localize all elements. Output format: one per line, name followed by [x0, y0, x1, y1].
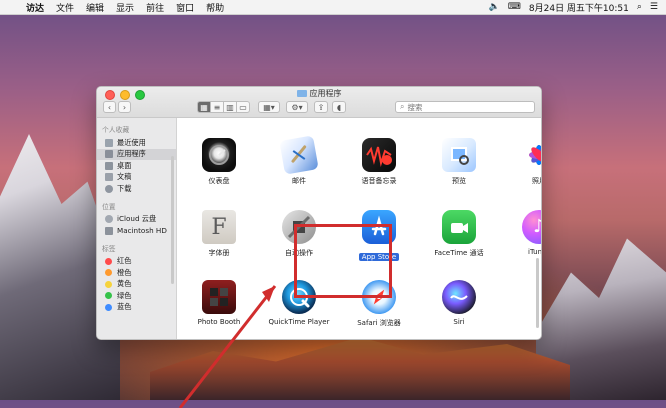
sidebar-item-recents[interactable]: 最近使用: [97, 137, 176, 149]
menu-go[interactable]: 前往: [146, 1, 164, 14]
photo-booth-icon: [202, 280, 236, 314]
highlight-box: [294, 224, 392, 298]
menu-help[interactable]: 帮助: [206, 1, 224, 14]
sidebar-tag-yellow[interactable]: 黄色: [97, 279, 176, 291]
window-title: 应用程序: [97, 88, 541, 99]
dashboard-icon: [202, 138, 236, 172]
tag-dot-icon: [105, 257, 112, 265]
sidebar-item-icloud[interactable]: iCloud 云盘: [97, 214, 176, 226]
tag-dot-icon: [105, 303, 112, 311]
mail-icon: [279, 135, 319, 175]
action-button[interactable]: ⚙▾: [286, 101, 308, 113]
sidebar-tag-blue[interactable]: 蓝色: [97, 302, 176, 314]
volume-icon[interactable]: 🔈: [489, 2, 500, 12]
app-item-font-book[interactable]: F 字体册: [183, 210, 255, 258]
app-item-mail[interactable]: 邮件: [263, 135, 335, 186]
app-item-facetime[interactable]: FaceTime 通话: [423, 210, 495, 258]
icon-view-button[interactable]: ▦: [197, 101, 211, 113]
cloud-icon: [105, 215, 113, 224]
icon-grid: 仪表盘 邮件 语音备忘录 预览 照 F 字体册 自动操作 App Store F…: [177, 118, 541, 339]
facetime-icon: [442, 210, 476, 244]
sidebar-item-applications[interactable]: 应用程序: [97, 148, 176, 160]
menubar: 访达 文件 编辑 显示 前往 窗口 帮助 🔈 ⌨ 8月24日 周五下午10:51…: [0, 0, 666, 15]
partially-visible-row: [177, 118, 541, 126]
app-item-photos[interactable]: 照片: [503, 138, 541, 186]
search-icon: ⌕: [400, 102, 405, 111]
sidebar-section-tags: 标签: [102, 244, 116, 253]
document-icon: [105, 173, 113, 182]
nav-buttons: ‹ ›: [103, 101, 131, 113]
back-button[interactable]: ‹: [103, 101, 116, 113]
list-view-button[interactable]: ≡: [210, 101, 224, 113]
wallpaper-mountain-mid: [150, 337, 570, 400]
view-mode-segment: ▦ ≡ ▥ ▭: [197, 101, 250, 113]
sidebar-tag-orange[interactable]: 橙色: [97, 267, 176, 279]
menu-edit[interactable]: 编辑: [86, 1, 104, 14]
photos-icon: [522, 138, 541, 172]
app-item-itunes[interactable]: ♪ iTunes: [503, 210, 541, 256]
sidebar-tag-green[interactable]: 绿色: [97, 290, 176, 302]
applications-icon: [105, 150, 113, 159]
folder-icon: [296, 90, 307, 97]
main-scrollbar[interactable]: [536, 258, 539, 328]
menu-view[interactable]: 显示: [116, 1, 134, 14]
menu-window[interactable]: 窗口: [176, 1, 194, 14]
sidebar-item-desktop[interactable]: 桌面: [97, 160, 176, 172]
search-input[interactable]: [407, 102, 534, 112]
clock[interactable]: 8月24日 周五下午10:51: [529, 1, 629, 14]
desktop-icon: [105, 161, 113, 170]
sidebar-section-locations: 位置: [102, 202, 116, 211]
tag-dot-icon: [105, 269, 112, 277]
siri-icon: [442, 280, 476, 314]
search-icon[interactable]: ⌕: [637, 2, 642, 12]
arrange-button[interactable]: ▦▾: [258, 101, 280, 113]
search-field[interactable]: ⌕: [395, 101, 535, 113]
sidebar-tag-red[interactable]: 红色: [97, 256, 176, 268]
column-view-button[interactable]: ▥: [223, 101, 237, 113]
app-item-siri[interactable]: Siri: [423, 280, 495, 326]
input-method-icon[interactable]: ⌨: [508, 2, 521, 12]
voice-memos-icon: [362, 138, 396, 172]
app-item-dashboard[interactable]: 仪表盘: [183, 138, 255, 186]
disk-icon: [105, 226, 113, 235]
menu-file[interactable]: 文件: [56, 1, 74, 14]
itunes-icon: ♪: [522, 210, 541, 244]
list-icon[interactable]: ☰: [650, 2, 658, 12]
sidebar-item-macintosh-hd[interactable]: Macintosh HD: [97, 225, 176, 237]
tag-dot-icon: [105, 280, 112, 288]
sidebar: 个人收藏 最近使用 应用程序 桌面 文稿 下载 位置 iCloud 云盘 Mac…: [97, 118, 177, 339]
download-icon: [105, 184, 113, 193]
menubar-status-area: 🔈 ⌨ 8月24日 周五下午10:51 ⌕ ☰: [489, 1, 666, 14]
forward-button[interactable]: ›: [118, 101, 131, 113]
title-bar: 应用程序 ‹ › ▦ ≡ ▥ ▭ ▦▾ ⚙▾ ⇪ ◖ ⌕: [97, 87, 541, 118]
app-item-voice-memos[interactable]: 语音备忘录: [343, 138, 415, 186]
tag-button[interactable]: ◖: [332, 101, 346, 113]
sidebar-scrollbar[interactable]: [171, 156, 174, 284]
sidebar-item-documents[interactable]: 文稿: [97, 172, 176, 184]
gallery-view-button[interactable]: ▭: [236, 101, 250, 113]
window-body: 个人收藏 最近使用 应用程序 桌面 文稿 下载 位置 iCloud 云盘 Mac…: [97, 118, 541, 339]
finder-window: 应用程序 ‹ › ▦ ≡ ▥ ▭ ▦▾ ⚙▾ ⇪ ◖ ⌕ 个人收藏: [96, 86, 542, 340]
share-button[interactable]: ⇪: [314, 101, 328, 113]
tag-dot-icon: [105, 292, 112, 300]
sidebar-section-favorites: 个人收藏: [102, 126, 130, 134]
font-book-icon: F: [202, 210, 236, 244]
preview-icon: [442, 138, 476, 172]
menu-finder[interactable]: 访达: [26, 1, 44, 14]
toolbar: ‹ › ▦ ≡ ▥ ▭ ▦▾ ⚙▾ ⇪ ◖ ⌕: [103, 100, 535, 114]
sidebar-item-downloads[interactable]: 下载: [97, 183, 176, 195]
clock-icon: [105, 138, 113, 147]
app-item-preview[interactable]: 预览: [423, 138, 495, 186]
app-item-photo-booth[interactable]: Photo Booth: [183, 280, 255, 326]
